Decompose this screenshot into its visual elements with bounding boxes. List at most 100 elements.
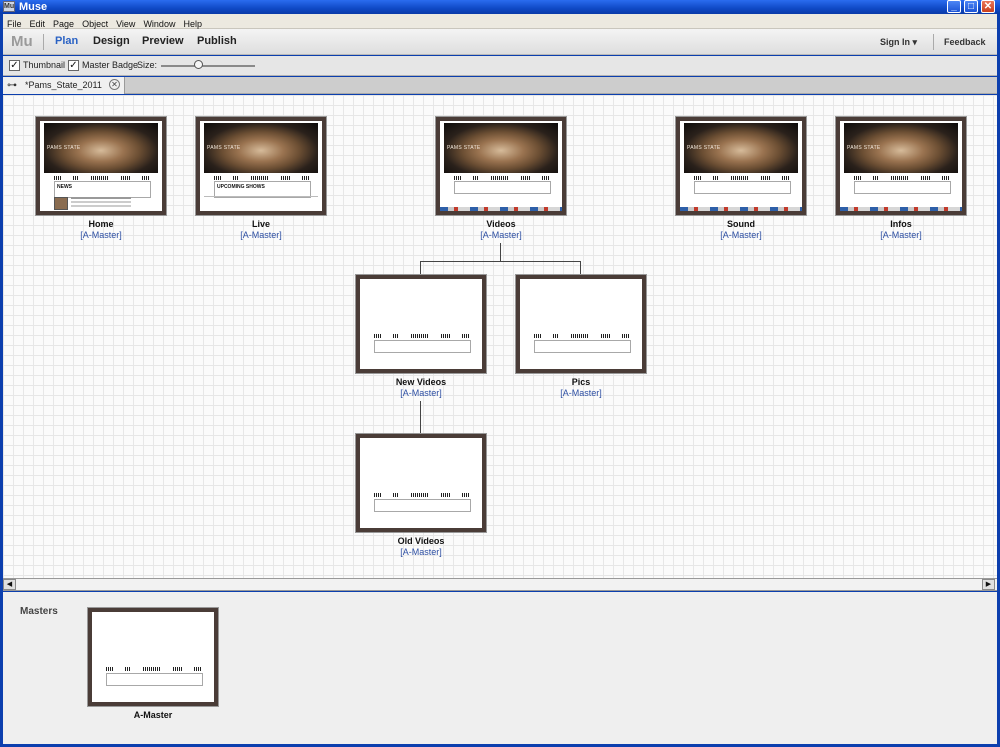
page-master-link[interactable]: [A-Master] [836, 230, 966, 240]
site-brand-text: PAMS STATE [447, 145, 481, 151]
feedback-button[interactable]: Feedback [944, 37, 986, 47]
masters-panel: Masters A-Master [3, 592, 997, 744]
page-name-label[interactable]: Live [196, 219, 326, 229]
page-master-link[interactable]: [A-Master] [196, 230, 326, 240]
master-node[interactable]: A-Master [88, 608, 218, 720]
page-name-label[interactable]: New Videos [356, 377, 486, 387]
horizontal-scrollbar[interactable]: ◀ ▶ [3, 578, 997, 591]
close-tab-icon[interactable]: ✕ [109, 79, 120, 90]
thumbnail-label: Thumbnail [23, 60, 66, 70]
page-thumbnail[interactable] [516, 275, 646, 373]
page-thumbnail[interactable]: PAMS STATE [676, 117, 806, 215]
page-master-link[interactable]: [A-Master] [356, 547, 486, 557]
content-box [106, 673, 203, 686]
page-node[interactable]: PAMS STATE UPCOMING SHOWS Live [A-Master] [196, 117, 326, 240]
page-thumbnail[interactable] [356, 434, 486, 532]
nav-plan[interactable]: Plan [55, 35, 78, 47]
page-thumbnail[interactable]: PAMS STATE NEWS [36, 117, 166, 215]
page-name-label[interactable]: Pics [516, 377, 646, 387]
minimize-button[interactable]: _ [947, 0, 961, 13]
thumbnail-checkbox[interactable]: ✓ [9, 60, 20, 71]
maximize-button[interactable]: □ [964, 0, 978, 13]
muse-window: Mu Muse _ □ ✕ File Edit Page Object View Wind… [0, 0, 1000, 747]
content-box [454, 181, 551, 194]
size-label: Size: [137, 60, 158, 70]
page-name-label[interactable]: Sound [676, 219, 806, 229]
menu-bar: File Edit Page Object View Window Help [3, 14, 997, 29]
page-thumbnail[interactable]: PAMS STATE [436, 117, 566, 215]
nav-design[interactable]: Design [93, 35, 130, 47]
page-master-link[interactable]: [A-Master] [36, 230, 166, 240]
page-thumbnail[interactable] [88, 608, 218, 706]
page-master-link[interactable]: [A-Master] [436, 230, 566, 240]
page-master-link[interactable]: [A-Master] [516, 388, 646, 398]
site-map-icon: ⊶ [7, 80, 17, 91]
title-bar: Mu Muse _ □ ✕ [0, 0, 1000, 14]
site-nav-menu [854, 176, 950, 180]
social-footer-strip [440, 207, 562, 211]
page-node[interactable]: PAMS STATE NEWS Home [A-Master] [36, 117, 166, 240]
site-nav-menu [534, 334, 630, 338]
divider [43, 34, 44, 50]
master-badge-label: Master Badge [82, 60, 139, 70]
window-title: Muse [19, 1, 48, 13]
site-nav-menu [374, 334, 470, 338]
page-thumbnail[interactable]: PAMS STATE [836, 117, 966, 215]
scroll-right-arrow[interactable]: ▶ [982, 579, 995, 590]
page-node[interactable]: PAMS STATE Sound [A-Master] [676, 117, 806, 240]
upcoming-shows-heading: UPCOMING SHOWS [217, 184, 265, 190]
nav-publish[interactable]: Publish [197, 35, 237, 47]
page-thumbnail[interactable]: PAMS STATE UPCOMING SHOWS [196, 117, 326, 215]
site-nav-menu [454, 176, 550, 180]
connector-line [420, 401, 421, 434]
page-node[interactable]: New Videos [A-Master] [356, 275, 486, 398]
muse-logo: Mu [11, 33, 33, 50]
document-tab-title: *Pams_State_2011 [25, 80, 102, 90]
document-tab[interactable]: ⊶ *Pams_State_2011 ✕ [3, 77, 125, 94]
nav-preview[interactable]: Preview [142, 35, 184, 47]
news-item-image [54, 197, 68, 210]
sign-in-button[interactable]: Sign In ▾ [880, 37, 917, 48]
connector-line [500, 243, 501, 261]
page-name-label[interactable]: Infos [836, 219, 966, 229]
page-node[interactable]: Pics [A-Master] [516, 275, 646, 398]
connector-line [420, 261, 581, 262]
muse-app-icon: Mu [3, 1, 15, 12]
page-node[interactable]: PAMS STATE Infos [A-Master] [836, 117, 966, 240]
page-thumbnail[interactable] [356, 275, 486, 373]
social-footer-strip [840, 207, 962, 211]
page-node[interactable]: Old Videos [A-Master] [356, 434, 486, 557]
page-name-label[interactable]: Videos [436, 219, 566, 229]
document-tab-strip: ⊶ *Pams_State_2011 ✕ [3, 77, 997, 94]
shows-list-line [204, 196, 318, 197]
page-name-label[interactable]: Old Videos [356, 536, 486, 546]
connector-line [420, 261, 421, 275]
page-name-label[interactable]: Home [36, 219, 166, 229]
site-nav-menu [106, 667, 202, 671]
news-heading: NEWS [57, 184, 72, 190]
content-box [694, 181, 791, 194]
site-nav-menu [374, 493, 470, 497]
site-brand-text: PAMS STATE [687, 145, 721, 151]
site-brand-text: PAMS STATE [847, 145, 881, 151]
content-box [374, 499, 471, 512]
size-slider-track[interactable] [161, 65, 255, 67]
content-box [374, 340, 471, 353]
site-nav-menu [694, 176, 790, 180]
news-item-text [71, 197, 131, 199]
page-node[interactable]: PAMS STATE Videos [A-Master] [436, 117, 566, 240]
page-master-link[interactable]: [A-Master] [356, 388, 486, 398]
content-box [534, 340, 631, 353]
page-master-link[interactable]: [A-Master] [676, 230, 806, 240]
plan-canvas[interactable]: PAMS STATE NEWS Home [A-Master] PAMS STATE UP… [3, 95, 997, 578]
site-nav-menu [214, 176, 310, 180]
master-badge-checkbox[interactable]: ✓ [68, 60, 79, 71]
close-window-button[interactable]: ✕ [981, 0, 995, 13]
master-name-label[interactable]: A-Master [88, 710, 218, 720]
content-box [854, 181, 951, 194]
site-nav-menu [54, 176, 150, 180]
content-box: NEWS [54, 181, 151, 198]
scroll-left-arrow[interactable]: ◀ [3, 579, 16, 590]
size-slider-thumb[interactable] [194, 60, 203, 69]
options-bar: ✓ Thumbnail ✓ Master Badge Size: [3, 56, 997, 76]
